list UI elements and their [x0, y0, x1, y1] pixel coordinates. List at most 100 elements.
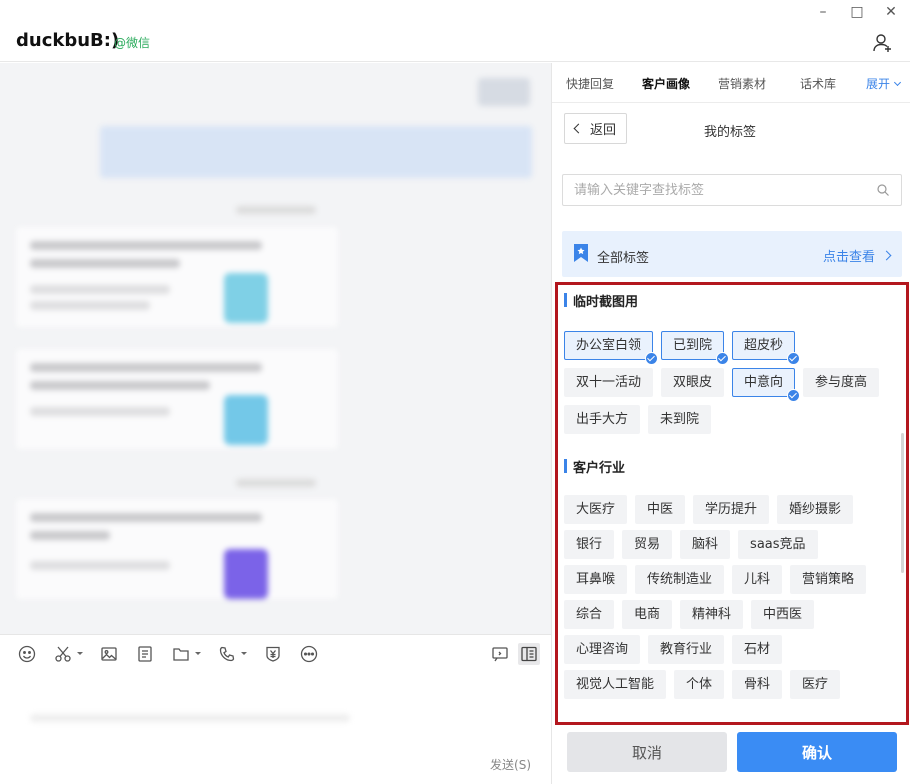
section-title: 客户行业: [564, 457, 904, 476]
more-icon[interactable]: [298, 643, 320, 665]
tag-label: 传统制造业: [647, 572, 713, 587]
tag-label: 中西医: [763, 607, 803, 622]
tag-label: 耳鼻喉: [576, 572, 616, 587]
tab-script-library[interactable]: 话术库: [800, 75, 836, 92]
message-card: [16, 499, 338, 599]
message-input-area[interactable]: 发送(S): [0, 672, 551, 784]
search-icon[interactable]: [877, 184, 889, 196]
view-all-link[interactable]: 点击查看: [822, 246, 892, 265]
payment-icon[interactable]: [262, 643, 284, 665]
document-icon[interactable]: [134, 643, 156, 665]
chevron-left-icon: [573, 123, 584, 134]
tag-chip[interactable]: 中西医: [751, 600, 815, 629]
tag-chip[interactable]: 骨科: [732, 670, 783, 699]
message-card: [16, 227, 338, 327]
folder-icon[interactable]: [170, 643, 201, 665]
message-timestamp: [236, 206, 316, 214]
scrollbar[interactable]: [901, 433, 904, 573]
image-icon[interactable]: [98, 643, 120, 665]
tag-chip[interactable]: 已到院: [661, 331, 730, 365]
tag-label: 未到院: [660, 412, 700, 427]
tag-chip[interactable]: 银行: [564, 530, 615, 559]
tag-chip[interactable]: 个体: [674, 670, 725, 699]
tag-label: 儿科: [744, 572, 771, 587]
tag-search: [562, 174, 902, 206]
user-plus-icon[interactable]: [872, 32, 894, 54]
chevron-down-icon: [893, 78, 902, 87]
back-button[interactable]: 返回: [564, 113, 627, 144]
chevron-down-icon[interactable]: [195, 651, 201, 658]
tag-chip[interactable]: 婚纱摄影: [777, 495, 854, 524]
tag-label: 心理咨询: [576, 642, 629, 657]
tag-chip[interactable]: 超皮秒: [732, 331, 801, 365]
tab-quick-reply[interactable]: 快捷回复: [566, 75, 614, 92]
tag-chip[interactable]: 心理咨询: [564, 635, 641, 664]
chat-history-icon[interactable]: [489, 643, 511, 665]
tag-chip[interactable]: 双十一活动: [564, 368, 654, 397]
back-label: 返回: [589, 123, 616, 138]
tag-chip[interactable]: 未到院: [648, 405, 712, 434]
tag-chip[interactable]: 脑科: [680, 530, 731, 559]
tab-customer-profile[interactable]: 客户画像: [642, 75, 690, 92]
view-all-label: 点击查看: [822, 250, 875, 265]
chat-header: duckbuB:) @微信: [0, 0, 910, 62]
message-bubble: [478, 78, 530, 106]
tag-chip[interactable]: 耳鼻喉: [564, 565, 628, 594]
tag-label: 精神科: [692, 607, 732, 622]
contact-name[interactable]: duckbuB:): [16, 30, 119, 51]
tag-label: 教育行业: [660, 642, 713, 657]
tag-chip[interactable]: 中意向: [732, 368, 801, 402]
tag-chip[interactable]: 学历提升: [693, 495, 770, 524]
confirm-button[interactable]: 确认: [737, 732, 897, 772]
emoji-icon[interactable]: [16, 643, 38, 665]
tag-chip[interactable]: 贸易: [622, 530, 673, 559]
tag-chip[interactable]: 双眼皮: [661, 368, 725, 397]
tag-chip[interactable]: 出手大方: [564, 405, 641, 434]
tag-grid: 办公室白领 已到院 超皮秒双十一活动 双眼皮 中意向 参与度高出手大方 未到院: [564, 331, 884, 434]
tag-chip[interactable]: 石材: [732, 635, 783, 664]
message-bubble: [100, 126, 532, 178]
tag-label: 出手大方: [576, 412, 629, 427]
tag-label: 办公室白领: [576, 338, 642, 353]
tag-search-input[interactable]: [563, 175, 863, 205]
tag-section-temporary: 临时截图用 办公室白领 已到院 超皮秒双十一活动 双眼皮 中意向 参与度高出手大方 未到院: [564, 291, 904, 434]
message-timestamp: [236, 479, 316, 487]
tag-chip[interactable]: 大医疗: [564, 495, 628, 524]
tag-label: 学历提升: [705, 502, 758, 517]
draft-text: [30, 714, 350, 722]
tag-chip[interactable]: 营销策略: [790, 565, 867, 594]
cancel-button[interactable]: 取消: [567, 732, 727, 772]
tag-chip[interactable]: 参与度高: [803, 368, 880, 397]
expand-button[interactable]: 展开: [866, 75, 902, 92]
tag-chip[interactable]: 综合: [564, 600, 615, 629]
tag-chip[interactable]: 视觉人工智能: [564, 670, 667, 699]
tag-chip[interactable]: 中医: [635, 495, 686, 524]
tag-chip[interactable]: 医疗: [790, 670, 841, 699]
tag-label: 石材: [744, 642, 771, 657]
chevron-down-icon[interactable]: [241, 651, 247, 658]
tag-label: saas竞品: [750, 537, 806, 552]
side-panel-icon[interactable]: [518, 643, 540, 665]
chevron-down-icon[interactable]: [77, 651, 83, 658]
tag-label: 营销策略: [802, 572, 855, 587]
tag-chip[interactable]: 传统制造业: [635, 565, 725, 594]
all-tags-banner[interactable]: 全部标签 点击查看: [562, 231, 902, 277]
tag-chip[interactable]: 教育行业: [648, 635, 725, 664]
tag-chip[interactable]: 精神科: [680, 600, 744, 629]
tag-chip[interactable]: 儿科: [732, 565, 783, 594]
tag-chip[interactable]: 电商: [622, 600, 673, 629]
section-title: 临时截图用: [564, 291, 904, 310]
tag-label: 视觉人工智能: [576, 677, 655, 692]
tab-marketing-material[interactable]: 营销素材: [718, 75, 766, 92]
scissors-icon[interactable]: [52, 643, 83, 665]
tag-chip[interactable]: saas竞品: [738, 530, 818, 559]
phone-icon[interactable]: [216, 643, 247, 665]
customer-profile-panel: 快捷回复 客户画像 营销素材 话术库 展开 返回 我的标签 全部标签 点击查看 …: [551, 63, 910, 784]
tag-section-industry: 客户行业 大医疗 中医 学历提升 婚纱摄影银行 贸易 脑科 saas竞品耳鼻喉 传统制造业 儿科…: [564, 457, 904, 699]
all-tags-label: 全部标签: [597, 251, 650, 266]
tag-label: 中医: [647, 502, 674, 517]
chat-message-area: [0, 63, 551, 634]
send-button[interactable]: 发送(S): [490, 756, 531, 773]
panel-title: 我的标签: [704, 125, 757, 140]
tag-chip[interactable]: 办公室白领: [564, 331, 659, 365]
